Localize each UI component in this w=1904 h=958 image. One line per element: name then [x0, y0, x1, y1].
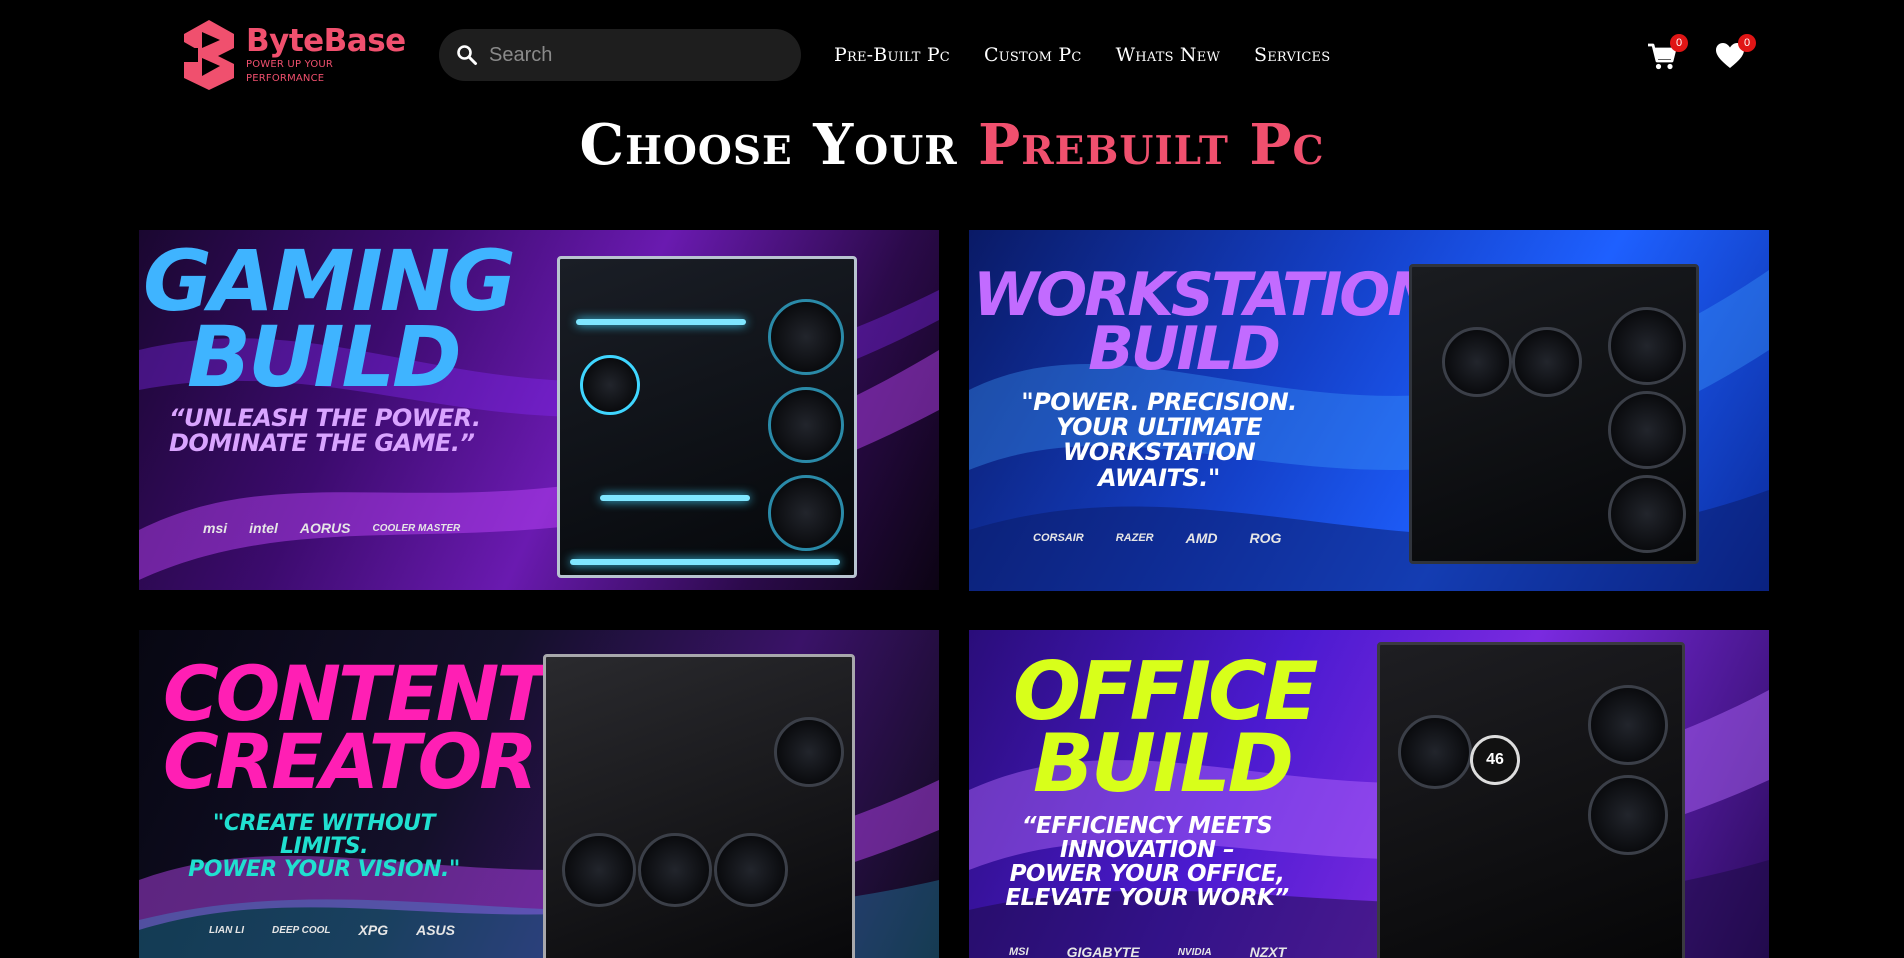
brand-logo: GIGABYTE — [1066, 944, 1140, 958]
main-nav: Pre-Built Pc Custom Pc Whats New Service… — [834, 44, 1330, 66]
logo-tagline: POWER UP YOUR PERFORMANCE — [246, 59, 334, 84]
fan — [1512, 327, 1582, 397]
site-header: ByteBase POWER UP YOUR PERFORMANCE Pre-B… — [0, 0, 1904, 110]
fan — [580, 355, 640, 415]
nav-whats-new[interactable]: Whats New — [1116, 44, 1220, 66]
logo-name: ByteBase — [246, 23, 406, 59]
fan — [1442, 327, 1512, 397]
fan — [768, 475, 844, 551]
cooler-screen: 46 — [1470, 735, 1520, 785]
office-quote: “EFFICIENCY MEETS INNOVATION – POWER YOU… — [1005, 813, 1289, 912]
creator-brand-logos: LIAN LI DEEP COOL XPG ASUS — [209, 922, 455, 938]
creator-quote: "CREATE WITHOUT LIMITS. POWER YOUR VISIO… — [188, 811, 460, 883]
office-brand-logos: MSI GIGABYTE NVIDIA NZXT — [1009, 944, 1286, 958]
fan — [774, 717, 844, 787]
rgb-strip — [600, 495, 750, 501]
brand-logo: COOLER MASTER — [372, 522, 461, 534]
brand-logo: MSI — [1009, 946, 1029, 958]
content-creator-card[interactable]: CONTENT CREATOR "CREATE WITHOUT LIMITS. … — [139, 630, 939, 958]
brand-logo: DEEP COOL — [272, 924, 331, 936]
pc-case-image — [1409, 264, 1699, 564]
brand-logo: AORUS — [299, 520, 351, 536]
pc-case-image — [543, 654, 855, 958]
fan — [1608, 475, 1686, 553]
pc-case-image — [557, 256, 857, 578]
nav-custom-pc[interactable]: Custom Pc — [984, 44, 1082, 66]
workstation-brand-logos: CORSAIR RAZER AMD ROG — [1033, 530, 1281, 546]
fan — [1398, 715, 1472, 789]
fan — [1588, 775, 1668, 855]
brand-logo: RAZER — [1115, 532, 1154, 544]
cart-button[interactable]: 0 — [1646, 34, 1688, 74]
gaming-brand-logos: msi intel AORUS COOLER MASTER — [203, 520, 460, 536]
cart-count-badge: 0 — [1670, 34, 1688, 52]
nav-prebuilt-pc[interactable]: Pre-Built Pc — [834, 44, 950, 66]
gaming-quote: “UNLEASH THE POWER. DOMINATE THE GAME.” — [169, 404, 481, 458]
page-title: Choose Your Prebuilt Pc — [0, 112, 1904, 178]
search-input[interactable] — [489, 43, 789, 67]
rgb-strip — [576, 319, 746, 325]
wishlist-button[interactable]: 0 — [1714, 34, 1756, 74]
brand-logo: msi — [203, 520, 228, 536]
search-bar[interactable] — [439, 29, 801, 81]
logo[interactable]: ByteBase POWER UP YOUR PERFORMANCE — [180, 18, 406, 92]
fan — [1588, 685, 1668, 765]
bytebase-logo-icon — [184, 20, 234, 90]
office-title: OFFICE BUILD — [1013, 645, 1318, 810]
office-build-card[interactable]: OFFICE BUILD “EFFICIENCY MEETS INNOVATIO… — [969, 630, 1769, 958]
workstation-build-card[interactable]: WORKSTATION BUILD "POWER. PRECISION. YOU… — [969, 230, 1769, 591]
fan — [562, 833, 636, 907]
pc-case-image: 46 — [1377, 642, 1685, 958]
brand-logo: intel — [249, 520, 278, 536]
search-icon — [457, 45, 477, 65]
creator-title: CONTENT CREATOR — [163, 649, 548, 807]
workstation-quote: "POWER. PRECISION. YOUR ULTIMATE WORKSTA… — [1021, 388, 1297, 492]
fan — [1608, 391, 1686, 469]
brand-logo: AMD — [1185, 530, 1218, 546]
rgb-strip — [570, 559, 840, 565]
brand-logo: LIAN LI — [209, 924, 244, 936]
fan — [638, 833, 712, 907]
gaming-title: GAMING BUILD — [143, 232, 516, 406]
fan — [714, 833, 788, 907]
fan — [1608, 307, 1686, 385]
brand-logo: CORSAIR — [1033, 532, 1084, 544]
workstation-title: WORKSTATION BUILD — [973, 260, 1438, 384]
brand-logo: ROG — [1249, 530, 1282, 546]
nav-services[interactable]: Services — [1254, 44, 1330, 66]
brand-logo: NVIDIA — [1177, 946, 1212, 958]
gaming-build-card[interactable]: GAMING BUILD “UNLEASH THE POWER. DOMINAT… — [139, 230, 939, 590]
page-title-main: Choose Your — [579, 112, 958, 178]
brand-logo: NZXT — [1249, 944, 1287, 958]
fan — [768, 299, 844, 375]
fan — [768, 387, 844, 463]
brand-logo: ASUS — [416, 922, 456, 938]
page-title-accent: Prebuilt Pc — [978, 112, 1325, 178]
wishlist-count-badge: 0 — [1738, 34, 1756, 52]
brand-logo: XPG — [358, 922, 389, 938]
